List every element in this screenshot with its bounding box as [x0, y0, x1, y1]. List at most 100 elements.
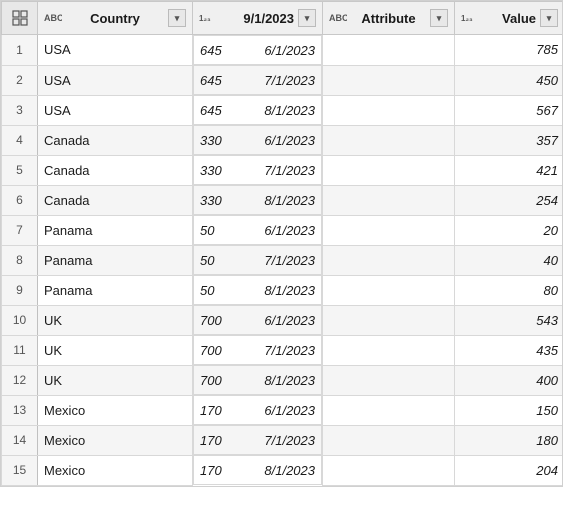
table-row[interactable]: 2USA6457/1/2023450	[2, 65, 563, 95]
cell-attribute	[323, 185, 455, 215]
column-header-country[interactable]: ABC Country ▾	[38, 2, 193, 35]
table-row[interactable]: 4Canada3306/1/2023357	[2, 125, 563, 155]
table-row[interactable]: 7Panama506/1/202320	[2, 215, 563, 245]
cell-attribute	[323, 365, 455, 395]
cell-date-number: 700	[200, 373, 222, 388]
cell-date-formatted: 7/1/2023	[264, 433, 315, 448]
row-index: 7	[2, 215, 38, 245]
cell-attribute	[323, 275, 455, 305]
cell-date: 508/1/2023	[193, 275, 322, 305]
table-row[interactable]: 9Panama508/1/2023 80	[2, 275, 563, 305]
cell-country: Panama	[38, 275, 193, 305]
cell-date-formatted: 6/1/2023	[264, 313, 315, 328]
cell-date-number: 645	[200, 103, 222, 118]
column-filter-value[interactable]: ▾	[540, 9, 558, 27]
cell-value: 435	[455, 335, 563, 365]
cell-value: 567	[455, 95, 563, 125]
row-index: 5	[2, 155, 38, 185]
row-index: 12	[2, 365, 38, 395]
column-label-country: Country	[66, 11, 164, 26]
cell-date-formatted: 7/1/2023	[264, 163, 315, 178]
cell-attribute	[323, 425, 455, 455]
cell-attribute	[323, 35, 455, 66]
cell-date: 7006/1/2023	[193, 305, 322, 335]
table-body: 1USA6456/1/20237852USA6457/1/20234503USA…	[2, 35, 563, 486]
cell-country: Panama	[38, 215, 193, 245]
row-index: 13	[2, 395, 38, 425]
cell-value: 450	[455, 65, 563, 95]
cell-date: 170 6/1/2023	[193, 395, 322, 425]
table-row[interactable]: 13Mexico1706/1/2023150	[2, 395, 563, 425]
cell-date-number: 330	[200, 193, 222, 208]
cell-date-number: 50	[200, 253, 214, 268]
table-row[interactable]: 5Canada3307/1/2023421	[2, 155, 563, 185]
cell-country: Panama	[38, 245, 193, 275]
row-index: 11	[2, 335, 38, 365]
cell-date-formatted: 7/1/2023	[264, 343, 315, 358]
cell-date-number: 645	[200, 43, 222, 58]
column-label-date: 9/1/2023	[221, 11, 294, 26]
column-header-value[interactable]: 1₂₃ Value ▾	[455, 2, 563, 35]
table-row[interactable]: 10UK7006/1/2023 543	[2, 305, 563, 335]
cell-country: Canada	[38, 125, 193, 155]
svg-text:ABC: ABC	[44, 13, 62, 23]
column-header-date[interactable]: 1₂₃ 9/1/2023 ▾	[193, 2, 323, 35]
cell-value: 40	[455, 245, 563, 275]
cell-date: 6456/1/2023	[193, 35, 322, 65]
table-row[interactable]: 3USA 645 8/1/2023 567	[2, 95, 563, 125]
column-filter-country[interactable]: ▾	[168, 9, 186, 27]
column-header-index	[2, 2, 38, 35]
numeric-type-icon-value: 1₂₃	[461, 10, 479, 27]
data-table: ABC Country ▾ 1₂₃	[0, 0, 563, 487]
column-header-attribute[interactable]: ABC Attribute ▾	[323, 2, 455, 35]
table-row[interactable]: 6Canada3308/1/2023254	[2, 185, 563, 215]
row-index: 10	[2, 305, 38, 335]
table-row[interactable]: 15Mexico1708/1/2023204	[2, 455, 563, 485]
cell-attribute	[323, 215, 455, 245]
cell-country: UK	[38, 305, 193, 335]
cell-date-number: 330	[200, 133, 222, 148]
cell-value: 80	[455, 275, 563, 305]
table-row[interactable]: 8Panama507/1/202340	[2, 245, 563, 275]
column-filter-attribute[interactable]: ▾	[430, 9, 448, 27]
cell-country: Mexico	[38, 425, 193, 455]
cell-country: Mexico	[38, 455, 193, 485]
table-row[interactable]: 1USA6456/1/2023785	[2, 35, 563, 66]
svg-text:1₂₃: 1₂₃	[199, 14, 211, 23]
grid-icon	[9, 7, 31, 29]
cell-date: 330 8/1/2023	[193, 185, 322, 215]
row-index: 3	[2, 95, 38, 125]
cell-date: 7008/1/2023	[193, 365, 322, 395]
svg-text:1₂₃: 1₂₃	[461, 14, 473, 23]
row-index: 2	[2, 65, 38, 95]
cell-country: USA	[38, 95, 193, 125]
cell-date-number: 170	[200, 403, 222, 418]
cell-value: 204	[455, 455, 563, 485]
table-row[interactable]: 14Mexico1707/1/2023180	[2, 425, 563, 455]
cell-date-formatted: 8/1/2023	[264, 103, 315, 118]
cell-value: 785	[455, 35, 563, 66]
cell-attribute	[323, 305, 455, 335]
row-index: 9	[2, 275, 38, 305]
cell-date-number: 645	[200, 73, 222, 88]
cell-date-formatted: 8/1/2023	[264, 463, 315, 478]
abc-type-icon-country: ABC	[44, 10, 62, 27]
column-filter-date[interactable]: ▾	[298, 9, 316, 27]
cell-date-formatted: 6/1/2023	[264, 403, 315, 418]
cell-date: 645 8/1/2023	[193, 95, 322, 125]
cell-value: 150	[455, 395, 563, 425]
cell-value: 543	[455, 305, 563, 335]
cell-date-formatted: 7/1/2023	[264, 73, 315, 88]
cell-date-number: 330	[200, 163, 222, 178]
cell-country: UK	[38, 335, 193, 365]
cell-date: 507/1/2023	[193, 245, 322, 275]
cell-value: 180	[455, 425, 563, 455]
cell-date: 645 7/1/2023	[193, 65, 322, 95]
cell-date-number: 170	[200, 463, 222, 478]
cell-country: Canada	[38, 185, 193, 215]
abc-type-icon-attribute: ABC	[329, 10, 347, 27]
cell-attribute	[323, 335, 455, 365]
table-row[interactable]: 11UK7007/1/2023435	[2, 335, 563, 365]
cell-date-formatted: 8/1/2023	[264, 193, 315, 208]
table-row[interactable]: 12UK7008/1/2023400	[2, 365, 563, 395]
